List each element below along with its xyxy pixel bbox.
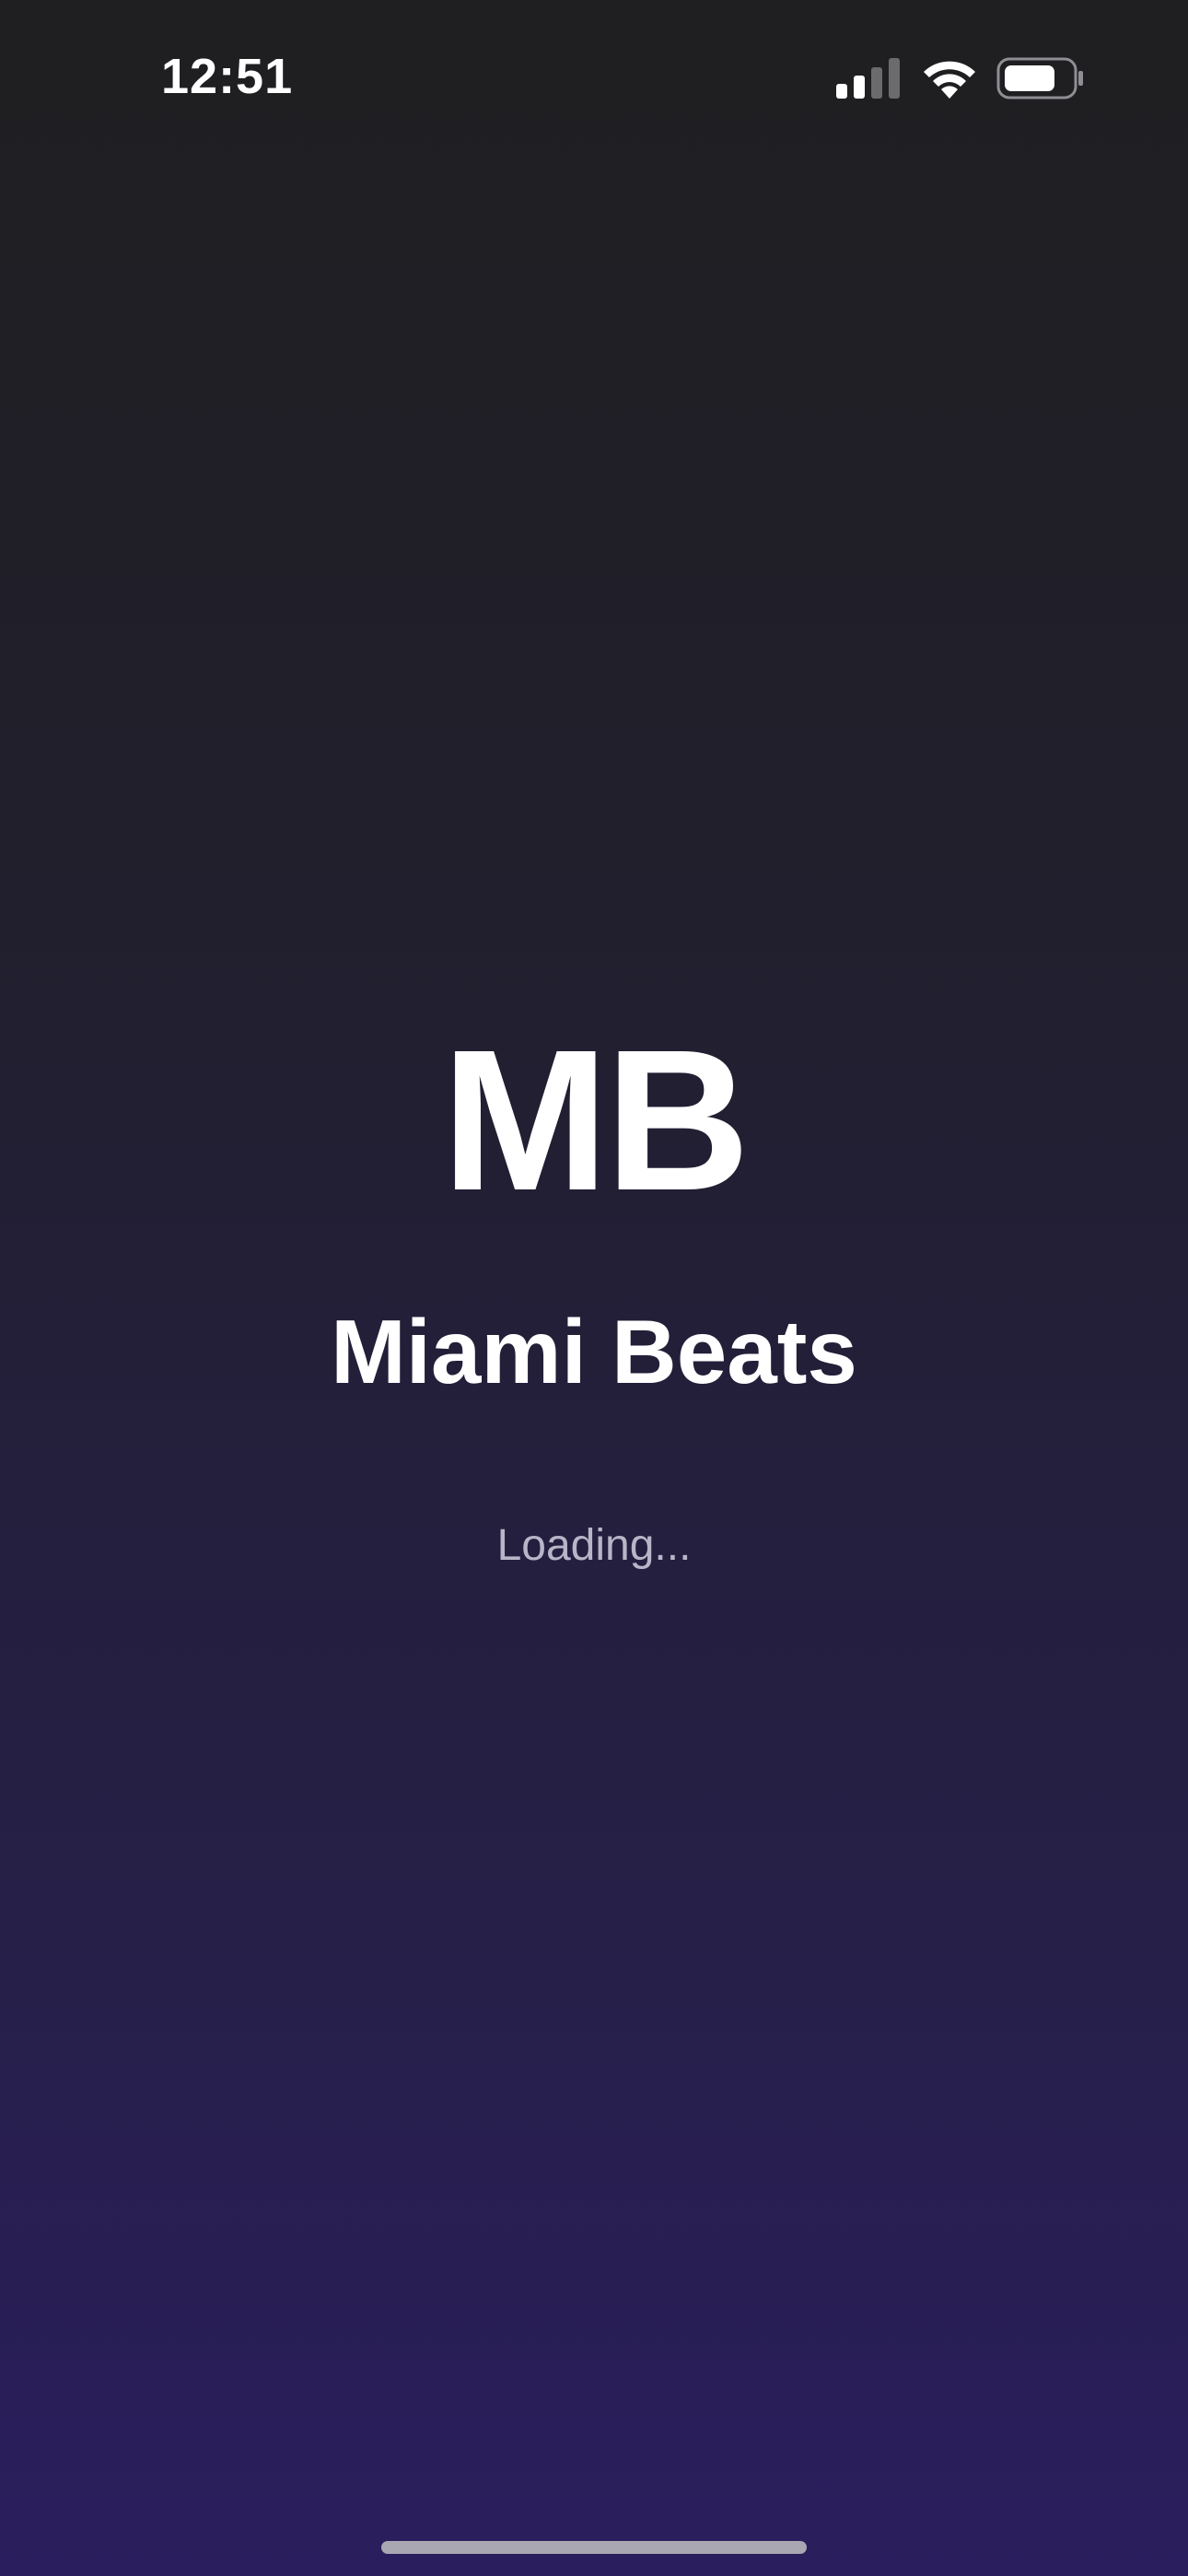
status-icons (836, 55, 1085, 101)
battery-icon (996, 57, 1083, 100)
status-time: 12:51 (161, 49, 294, 104)
app-logo: MB (441, 1009, 750, 1233)
loading-text: Loading... (496, 1521, 692, 1570)
cellular-signal-icon (836, 58, 900, 99)
home-indicator[interactable] (381, 2541, 807, 2554)
app-name: Miami Beats (331, 1301, 857, 1402)
splash-screen: 12:51 MB Miami Beats Loading... (0, 0, 1188, 2576)
wifi-icon (924, 61, 975, 99)
status-bar: 12:51 (0, 0, 1188, 157)
